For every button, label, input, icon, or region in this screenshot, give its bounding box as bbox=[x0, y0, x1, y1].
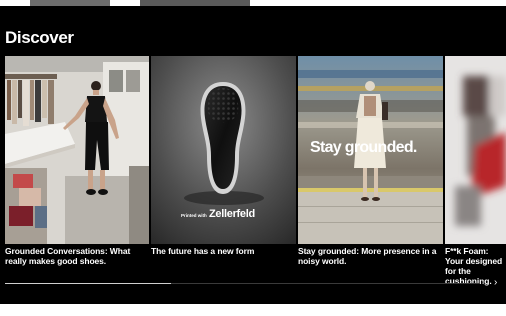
chevron-left-icon[interactable]: ‹ bbox=[482, 278, 485, 288]
discover-section: Discover Printed with Zellerfeld Stay gr… bbox=[0, 6, 506, 304]
card-caption[interactable]: The future has a new form bbox=[151, 246, 291, 256]
carousel-progress-track[interactable] bbox=[5, 283, 480, 284]
foam-shoe-photo bbox=[445, 56, 506, 244]
story-card-stay-grounded[interactable]: Stay grounded. bbox=[298, 56, 443, 244]
story-card-future-new-form[interactable]: Printed with Zellerfeld bbox=[151, 56, 296, 244]
studio-photo bbox=[5, 56, 149, 244]
card-caption[interactable]: Stay grounded: More presence in a noisy … bbox=[298, 246, 438, 266]
page-bottom-strip bbox=[0, 304, 506, 316]
story-card-grounded-conversations[interactable] bbox=[5, 56, 149, 244]
section-title: Discover bbox=[5, 28, 74, 47]
printed-with-label: Printed with bbox=[181, 213, 207, 218]
card-caption[interactable]: Grounded Conversations: What really make… bbox=[5, 246, 145, 266]
carousel-progress-fill bbox=[5, 283, 172, 284]
story-card-foam[interactable] bbox=[445, 56, 506, 244]
stay-grounded-overlay: Stay grounded. bbox=[310, 139, 417, 156]
zellerfeld-logo-text: Zellerfeld bbox=[209, 208, 255, 220]
chevron-right-icon[interactable]: › bbox=[494, 278, 497, 288]
